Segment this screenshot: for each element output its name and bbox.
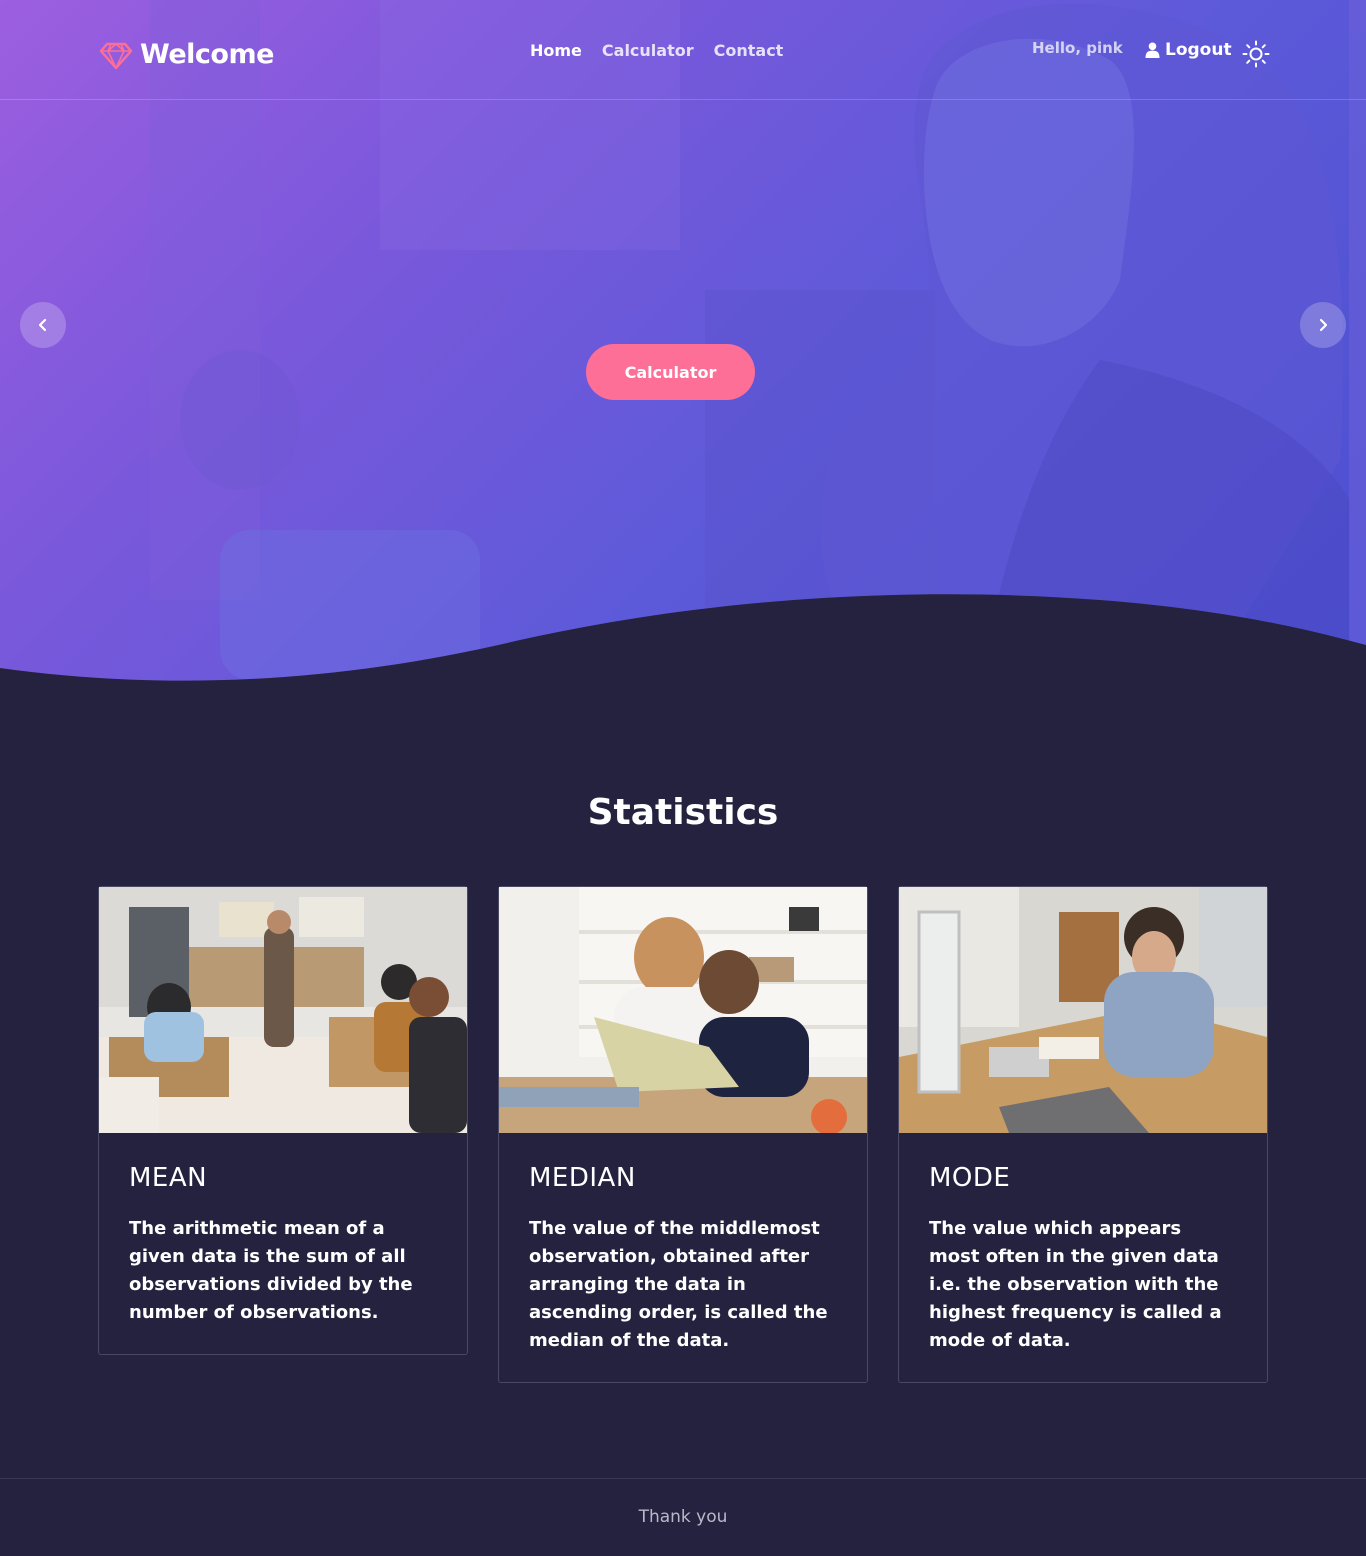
stat-card-median: MEDIAN The value of the middlemost obser… bbox=[498, 886, 868, 1383]
card-body: MEAN The arithmetic mean of a given data… bbox=[99, 1133, 467, 1327]
card-description: The value of the middlemost observation,… bbox=[529, 1218, 828, 1351]
logout-button[interactable]: Logout bbox=[1145, 40, 1232, 60]
section-title: Statistics bbox=[587, 792, 779, 833]
nav-link-home[interactable]: Home bbox=[530, 41, 582, 60]
card-description: The arithmetic mean of a given data is t… bbox=[129, 1218, 413, 1323]
carousel-next-button[interactable] bbox=[1300, 302, 1346, 348]
sun-icon[interactable] bbox=[1242, 40, 1270, 68]
brand-name: Welcome bbox=[140, 38, 274, 70]
chevron-left-icon bbox=[38, 318, 47, 332]
card-body: MODE The value which appears most often … bbox=[899, 1133, 1267, 1355]
card-title: MEDIAN bbox=[529, 1163, 636, 1193]
nav-link-contact[interactable]: Contact bbox=[714, 41, 784, 60]
user-greeting: Hello, pink bbox=[1032, 39, 1123, 57]
footer-text: Thank you bbox=[638, 1507, 728, 1527]
card-title: MEAN bbox=[129, 1163, 208, 1193]
hero-wave-divider bbox=[0, 594, 1366, 690]
stat-card-mean: MEAN The arithmetic mean of a given data… bbox=[98, 886, 468, 1355]
stat-card-mode: MODE The value which appears most often … bbox=[898, 886, 1268, 1383]
card-title: MODE bbox=[929, 1163, 1011, 1193]
footer: Thank you bbox=[0, 1478, 1366, 1556]
classroom-photo bbox=[99, 887, 467, 1133]
top-navbar: Welcome Home Calculator Contact Hello, p… bbox=[0, 0, 1366, 100]
brand-link[interactable]: Welcome bbox=[98, 36, 274, 72]
user-icon bbox=[1145, 42, 1160, 58]
reading-photo bbox=[499, 887, 867, 1133]
main-menu: Home Calculator Contact bbox=[530, 41, 803, 60]
student-desk-photo bbox=[899, 887, 1267, 1133]
card-body: MEDIAN The value of the middlemost obser… bbox=[499, 1133, 867, 1355]
logout-label: Logout bbox=[1165, 40, 1232, 60]
nav-link-calculator[interactable]: Calculator bbox=[602, 41, 694, 60]
chevron-right-icon bbox=[1319, 318, 1328, 332]
hero-calculator-button[interactable]: Calculator bbox=[586, 344, 755, 400]
carousel-prev-button[interactable] bbox=[20, 302, 66, 348]
card-description: The value which appears most often in th… bbox=[929, 1218, 1222, 1351]
gem-icon bbox=[99, 42, 133, 70]
